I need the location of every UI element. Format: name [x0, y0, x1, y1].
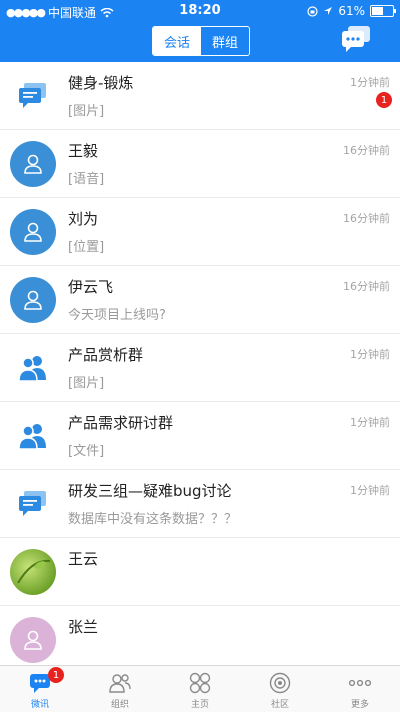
- contacts-icon: [109, 674, 131, 693]
- app: ●●●●● 中国联通 18:20 61% 会话 群组 健身-锻炼 [图片] 1分…: [0, 0, 400, 712]
- conversation-name: 健身-锻炼: [68, 74, 134, 92]
- group-chat-icon: [19, 83, 46, 108]
- battery-icon: [370, 5, 396, 17]
- conversation-preview: [图片]: [68, 376, 105, 391]
- conversation-name: 产品赏析群: [68, 346, 144, 364]
- status-right: 61%: [307, 4, 396, 18]
- conversation-item[interactable]: 健身-锻炼 [图片] 1分钟前 1: [0, 62, 400, 130]
- battery-percent: 61%: [338, 4, 365, 18]
- conversation-name: 王毅: [68, 142, 99, 160]
- chat-bubbles-icon[interactable]: [340, 25, 372, 53]
- location-arrow-icon: [324, 7, 333, 15]
- conversation-name: 伊云飞: [68, 278, 114, 296]
- home-grid-icon: [189, 672, 211, 694]
- battery-fill: [372, 7, 383, 15]
- avatar: [10, 413, 56, 459]
- tab-more[interactable]: 更多: [320, 666, 400, 712]
- tab-community[interactable]: 社区: [240, 666, 320, 712]
- avatar: [10, 209, 56, 255]
- person-icon: [24, 222, 42, 242]
- tab-home[interactable]: 主页: [160, 666, 240, 712]
- conversation-time: 1分钟前: [350, 416, 390, 429]
- conversation-preview: 数据库中没有这条数据？？？: [68, 512, 238, 527]
- conversation-item[interactable]: 王毅 [语音] 16分钟前: [0, 130, 400, 198]
- person-icon: [24, 630, 42, 650]
- group-chat-icon: [19, 491, 46, 516]
- conversation-preview: [语音]: [68, 172, 105, 187]
- status-bar: ●●●●● 中国联通 18:20 61%: [0, 0, 400, 22]
- conversation-time: 16分钟前: [343, 212, 390, 225]
- conversation-name: 研发三组—疑难bug讨论: [68, 482, 232, 500]
- bottom-tab-bar: 微讯 1 组织 主页 社区 更多: [0, 665, 400, 712]
- tab-label: 主页: [190, 700, 209, 710]
- tab-label: 更多: [350, 700, 369, 710]
- conversation-item[interactable]: 伊云飞 今天项目上线吗? 16分钟前: [0, 266, 400, 334]
- conversation-preview: [图片]: [68, 104, 105, 119]
- avatar: [10, 141, 56, 187]
- community-icon: [269, 672, 291, 694]
- person-icon: [24, 154, 42, 174]
- leaf-photo-icon: [17, 559, 51, 584]
- avatar: [10, 345, 56, 391]
- conversation-item[interactable]: 张兰: [0, 606, 400, 665]
- conversation-name: 张兰: [68, 618, 99, 636]
- avatar: [10, 73, 56, 119]
- tab-label: 微讯: [30, 700, 49, 710]
- photo-avatar: [10, 549, 56, 595]
- conversation-name: 王云: [68, 550, 99, 568]
- people-icon: [18, 356, 46, 382]
- tab-badge: 1: [48, 667, 64, 683]
- more-icon: [348, 679, 372, 687]
- conversation-time: 16分钟前: [343, 144, 390, 157]
- unread-badge: 1: [376, 92, 392, 108]
- conversation-name: 产品需求研讨群: [68, 414, 174, 432]
- conversation-time: 1分钟前: [350, 348, 390, 361]
- avatar: [10, 617, 56, 663]
- conversation-time: 1分钟前: [350, 484, 390, 497]
- person-icon: [24, 290, 42, 310]
- tab-weixun[interactable]: 微讯 1: [0, 666, 80, 712]
- tab-conversations[interactable]: 会话: [153, 27, 201, 55]
- tab-label: 组织: [110, 700, 129, 710]
- conversation-item[interactable]: 王云: [0, 538, 400, 606]
- orientation-lock-icon: [307, 5, 318, 17]
- conversation-time: 1分钟前: [350, 76, 390, 89]
- conversation-item[interactable]: 刘为 [位置] 16分钟前: [0, 198, 400, 266]
- conversation-item[interactable]: 研发三组—疑难bug讨论 数据库中没有这条数据？？？ 1分钟前: [0, 470, 400, 538]
- avatar: [10, 277, 56, 323]
- avatar: [10, 481, 56, 527]
- conversation-name: 刘为: [68, 210, 99, 228]
- top-bar: ●●●●● 中国联通 18:20 61% 会话 群组: [0, 0, 400, 62]
- tab-groups[interactable]: 群组: [201, 27, 249, 55]
- conversation-preview: [位置]: [68, 240, 105, 255]
- tab-organization[interactable]: 组织: [80, 666, 160, 712]
- people-icon: [18, 424, 46, 450]
- conversation-list: 健身-锻炼 [图片] 1分钟前 1 王毅 [语音] 16分钟前 刘为 [位置] …: [0, 62, 400, 665]
- tab-label: 社区: [270, 700, 289, 710]
- conversation-item[interactable]: 产品需求研讨群 [文件] 1分钟前: [0, 402, 400, 470]
- conversation-preview: [文件]: [68, 444, 105, 459]
- conversation-item[interactable]: 产品赏析群 [图片] 1分钟前: [0, 334, 400, 402]
- conversation-preview: 今天项目上线吗?: [68, 308, 166, 323]
- conversation-group-switch[interactable]: 会话 群组: [152, 26, 250, 56]
- conversation-time: 16分钟前: [343, 280, 390, 293]
